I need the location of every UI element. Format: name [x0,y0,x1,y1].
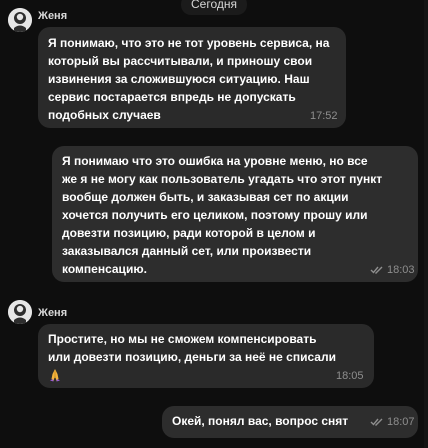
message-text: Простите, но мы не сможем компенсировать… [48,330,336,387]
folded-hands-emoji-icon [50,369,60,382]
message-meta: 18:07 [370,416,415,428]
message-text: Я понимаю что это ошибка на уровне меню,… [62,154,383,276]
message-time: 18:07 [387,416,415,428]
message-time: 18:05 [336,370,364,382]
avatar-silhouette-icon [8,300,32,324]
contact-avatar[interactable] [8,8,32,32]
message-meta: 18:03 [370,264,415,276]
message-text: Я понимаю, что это не тот уровень сервис… [48,36,330,122]
sender-name[interactable]: Женя [38,307,67,319]
message-time: 17:52 [310,110,338,122]
contact-avatar[interactable] [8,300,32,324]
scrollbar-track[interactable] [424,0,428,448]
double-check-icon [370,266,383,274]
date-separator: Сегодня [181,0,247,15]
sender-name[interactable]: Женя [38,10,67,22]
double-check-icon [370,418,383,426]
message-text: Окей, понял вас, вопрос снят [172,414,349,428]
avatar-silhouette-icon [8,8,32,32]
message-time: 18:03 [387,264,415,276]
